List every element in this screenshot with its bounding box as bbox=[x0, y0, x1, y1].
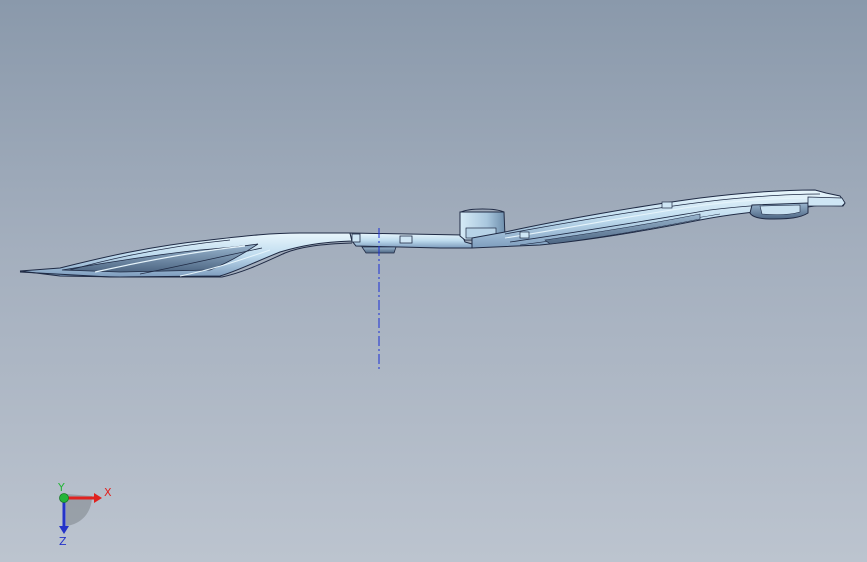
coordinate-triad: X Y Z bbox=[57, 482, 112, 548]
sheet-metal-part[interactable] bbox=[19, 189, 846, 278]
right-arm-slot-2 bbox=[519, 231, 530, 239]
y-axis-label: Y bbox=[57, 482, 65, 494]
right-arm-slot-1 bbox=[661, 201, 673, 209]
center-web-slot-2 bbox=[399, 235, 413, 244]
right-foot-highlight bbox=[759, 204, 801, 215]
right-tip bbox=[807, 196, 846, 207]
z-axis-label: Z bbox=[59, 535, 67, 548]
graphics-viewport[interactable] bbox=[0, 0, 867, 562]
center-web-slot-1 bbox=[351, 233, 361, 243]
x-axis-arrowhead bbox=[94, 493, 102, 503]
z-axis-arrowhead bbox=[59, 526, 69, 534]
x-axis-label: X bbox=[104, 486, 112, 499]
y-axis-point bbox=[59, 493, 69, 503]
